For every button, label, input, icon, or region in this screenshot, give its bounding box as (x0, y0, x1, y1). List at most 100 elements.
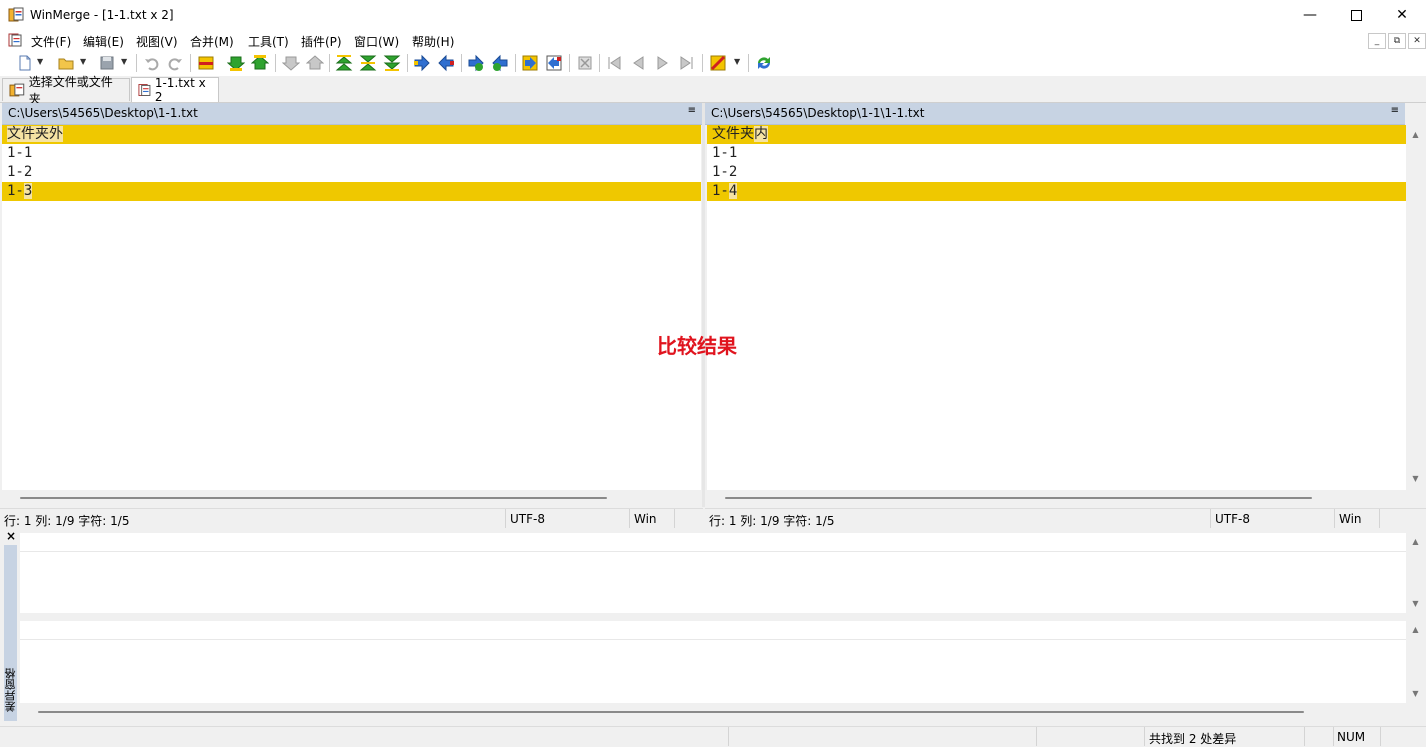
right-vertical-scrollbar[interactable]: ▲ ▼ (1407, 125, 1424, 491)
menu-window[interactable]: 窗口(W) (354, 33, 399, 50)
diff-right-vertical-scrollbar[interactable]: ▲ ▼ (1407, 621, 1424, 703)
current-diff-icon[interactable] (197, 54, 215, 72)
tab-compare-files[interactable]: 1-1.txt x 2 (131, 76, 219, 104)
line-diff-word: 内 (754, 126, 768, 142)
refresh-icon[interactable] (755, 54, 773, 72)
scroll-up-icon[interactable]: ▲ (1407, 130, 1424, 139)
left-line-1[interactable]: 文件夹外 (2, 125, 701, 144)
first-page-icon[interactable] (605, 54, 623, 72)
save-icon[interactable] (98, 54, 116, 72)
left-eol[interactable]: Win (634, 512, 657, 526)
close-icon: ✕ (1413, 36, 1421, 46)
new-document-icon[interactable] (16, 54, 34, 72)
scroll-thumb[interactable] (38, 711, 1304, 713)
minimize-icon: _ (1374, 36, 1380, 46)
menu-bar: 文件(F) 编辑(E) 视图(V) 合并(M) 工具(T) 插件(P) 窗口(W… (0, 30, 1426, 50)
right-line-3[interactable]: 1-2 (707, 163, 1406, 182)
prev-page-icon[interactable] (629, 54, 647, 72)
line-text: 1-1 (712, 145, 738, 161)
prev-diff-icon[interactable] (251, 54, 269, 72)
left-pane-menu-icon[interactable]: ≡ (688, 105, 696, 116)
next-page-icon[interactable] (654, 54, 672, 72)
minimize-button[interactable]: — (1287, 0, 1333, 30)
next-conflict-icon[interactable] (282, 54, 300, 72)
redo-icon[interactable] (166, 54, 184, 72)
next-diff-icon[interactable] (227, 54, 245, 72)
current-diff-jump-icon[interactable] (359, 54, 377, 72)
pane-splitter[interactable] (702, 103, 705, 507)
menu-help[interactable]: 帮助(H) (412, 33, 454, 50)
right-status-bar: 行: 1 列: 1/9 字符: 1/5 UTF-8 Win (705, 508, 1426, 528)
undo-icon[interactable] (143, 54, 161, 72)
left-pane-header: C:\Users\54565\Desktop\1-1.txt ≡ (2, 103, 702, 125)
left-line-3[interactable]: 1-2 (2, 163, 701, 182)
left-file-path: C:\Users\54565\Desktop\1-1.txt (8, 106, 198, 120)
menu-plugins[interactable]: 插件(P) (301, 33, 342, 50)
annotation-label: 比较结果 (657, 334, 737, 358)
line-text: 1-2 (7, 164, 33, 180)
prev-conflict-icon[interactable] (306, 54, 324, 72)
copy-all-left-icon[interactable] (545, 54, 563, 72)
right-encoding[interactable]: UTF-8 (1215, 512, 1250, 526)
diff-pane-label: 差异窗格 (4, 668, 17, 712)
menu-view[interactable]: 视图(V) (136, 33, 178, 50)
scroll-thumb[interactable] (725, 497, 1312, 499)
winmerge-app-icon (8, 7, 24, 22)
maximize-button[interactable] (1333, 0, 1379, 30)
scroll-up-icon[interactable]: ▲ (1407, 625, 1424, 634)
right-pane-header: C:\Users\54565\Desktop\1-1\1-1.txt ≡ (705, 103, 1405, 125)
copy-left-icon[interactable] (437, 54, 455, 72)
tab-bar: 选择文件或文件夹 1-1.txt x 2 (0, 75, 1426, 106)
copy-right-advance-icon[interactable] (467, 54, 485, 72)
line-text: 文件夹 (712, 126, 754, 142)
diff-pane-close-icon[interactable]: × (6, 529, 16, 543)
mdi-restore-button[interactable]: ⧉ (1388, 33, 1406, 49)
left-text-pane[interactable]: 文件夹外 1-1 1-2 1-3 (2, 125, 701, 491)
minimize-icon: — (1303, 7, 1317, 23)
left-line-4[interactable]: 1-3 (2, 182, 701, 201)
line-diff-word: 4 (728, 183, 738, 199)
diff-horizontal-scrollbar[interactable] (20, 704, 1406, 720)
options-dropdown-icon[interactable]: ▼ (734, 57, 740, 66)
scroll-down-icon[interactable]: ▼ (1407, 689, 1424, 698)
left-line-2[interactable]: 1-1 (2, 144, 701, 163)
copy-left-advance-icon[interactable] (491, 54, 509, 72)
mdi-close-button[interactable]: ✕ (1408, 33, 1426, 49)
menu-merge[interactable]: 合并(M) (190, 33, 234, 50)
scroll-down-icon[interactable]: ▼ (1407, 599, 1424, 608)
diff-pane-right-view[interactable] (20, 621, 1406, 703)
copy-all-right-icon[interactable] (521, 54, 539, 72)
menu-edit[interactable]: 编辑(E) (83, 33, 124, 50)
options-icon[interactable] (709, 54, 727, 72)
menu-tools[interactable]: 工具(T) (248, 33, 289, 50)
delete-icon[interactable] (576, 54, 594, 72)
mdi-minimize-button[interactable]: _ (1368, 33, 1386, 49)
right-line-2[interactable]: 1-1 (707, 144, 1406, 163)
tab-select-files[interactable]: 选择文件或文件夹 (2, 75, 130, 106)
save-dropdown-icon[interactable]: ▼ (121, 57, 127, 66)
last-page-icon[interactable] (678, 54, 696, 72)
left-encoding[interactable]: UTF-8 (510, 512, 545, 526)
last-diff-icon[interactable] (383, 54, 401, 72)
first-diff-icon[interactable] (335, 54, 353, 72)
left-horizontal-scrollbar[interactable] (2, 490, 701, 506)
right-horizontal-scrollbar[interactable] (707, 490, 1406, 506)
open-folder-icon[interactable] (57, 54, 75, 72)
scroll-down-icon[interactable]: ▼ (1407, 474, 1424, 483)
scroll-thumb[interactable] (20, 497, 607, 499)
copy-right-icon[interactable] (413, 54, 431, 72)
scroll-up-icon[interactable]: ▲ (1407, 537, 1424, 546)
diff-pane-left-view[interactable] (20, 533, 1406, 613)
right-line-4[interactable]: 1-4 (707, 182, 1406, 201)
close-button[interactable]: ✕ (1379, 0, 1425, 30)
right-pane-menu-icon[interactable]: ≡ (1391, 105, 1399, 116)
line-text: 1- (7, 183, 24, 199)
diff-left-vertical-scrollbar[interactable]: ▲ ▼ (1407, 533, 1424, 613)
new-dropdown-icon[interactable]: ▼ (37, 57, 43, 66)
right-eol[interactable]: Win (1339, 512, 1362, 526)
right-text-pane[interactable]: 文件夹内 1-1 1-2 1-4 (707, 125, 1406, 491)
menu-file[interactable]: 文件(F) (31, 33, 71, 50)
tab-label: 1-1.txt x 2 (154, 76, 206, 104)
open-dropdown-icon[interactable]: ▼ (80, 57, 86, 66)
right-line-1[interactable]: 文件夹内 (707, 125, 1406, 144)
